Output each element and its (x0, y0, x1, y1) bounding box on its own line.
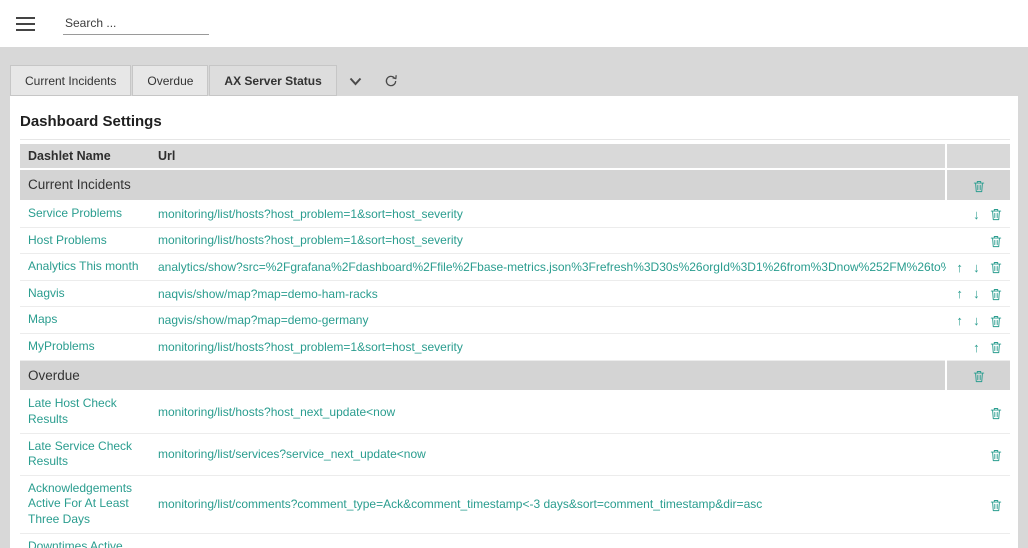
move-up-icon[interactable]: ↑ (956, 287, 963, 300)
delete-pane-icon[interactable] (973, 368, 985, 383)
move-up-icon[interactable]: ↑ (973, 341, 980, 354)
table-header-row: Dashlet Name Url (20, 144, 1010, 169)
table-row: Downtimes Active For More Than Three Day… (20, 533, 1010, 548)
hamburger-icon (16, 17, 35, 19)
move-down-icon[interactable]: ↓ (973, 261, 980, 274)
tab-overdue[interactable]: Overdue (132, 65, 208, 96)
dashlet-name-link[interactable]: Nagvis (28, 286, 65, 300)
move-down-icon[interactable]: ↓ (973, 287, 980, 300)
dashlet-name-link[interactable]: Analytics This month (28, 259, 139, 273)
refresh-button[interactable] (373, 65, 409, 96)
delete-icon[interactable] (990, 313, 1002, 327)
delete-icon[interactable] (990, 340, 1002, 354)
column-header-dashlet-name: Dashlet Name (20, 144, 150, 169)
section-title: Overdue (20, 360, 946, 391)
tab-current-incidents[interactable]: Current Incidents (10, 65, 131, 96)
table-row: Acknowledgements Active For At Least Thr… (20, 475, 1010, 533)
table-row: Service Problems monitoring/list/hosts?h… (20, 200, 1010, 227)
content-panel: Dashboard Settings Dashlet Name Url Curr… (10, 96, 1018, 548)
dashlet-name-link[interactable]: Host Problems (28, 233, 107, 247)
refresh-icon (384, 73, 398, 88)
page-title: Dashboard Settings (20, 96, 1010, 140)
table-row: Host Problems monitoring/list/hosts?host… (20, 227, 1010, 254)
section-row-overdue: Overdue (20, 360, 1010, 391)
dashlet-url-link[interactable]: analytics/show?src=%2Fgrafana%2Fdashboar… (158, 260, 946, 274)
dashlet-name-link[interactable]: Late Service Check Results (28, 439, 132, 469)
column-header-actions (946, 144, 1010, 169)
chevron-down-icon (349, 73, 362, 88)
column-header-url: Url (150, 144, 946, 169)
delete-icon[interactable] (990, 287, 1002, 301)
delete-icon[interactable] (990, 207, 1002, 221)
delete-icon[interactable] (990, 447, 1002, 461)
dashlet-url-link[interactable]: monitoring/list/hosts?host_next_update<n… (158, 405, 395, 419)
dashlet-url-link[interactable]: monitoring/list/hosts?host_problem=1&sor… (158, 340, 463, 354)
dashlet-url-link[interactable]: monitoring/list/services?service_next_up… (158, 447, 426, 461)
table-row: Analytics This month analytics/show?src=… (20, 254, 1010, 281)
move-up-icon[interactable]: ↑ (956, 314, 963, 327)
table-row: Late Host Check Results monitoring/list/… (20, 391, 1010, 433)
menu-button[interactable] (12, 11, 39, 37)
dashlet-name-link[interactable]: MyProblems (28, 339, 95, 353)
delete-icon[interactable] (990, 405, 1002, 419)
move-up-icon[interactable]: ↑ (956, 261, 963, 274)
tab-ax-server-status[interactable]: AX Server Status (209, 65, 336, 96)
dashlet-table: Dashlet Name Url Current Incidents Servi… (20, 144, 1010, 548)
dashlet-url-link[interactable]: monitoring/list/hosts?host_problem=1&sor… (158, 207, 463, 221)
table-row: Maps nagvis/show/map?map=demo-germany ↑ … (20, 307, 1010, 334)
dashlet-name-link[interactable]: Acknowledgements Active For At Least Thr… (28, 481, 132, 526)
dashlet-url-link[interactable]: monitoring/list/comments?comment_type=Ac… (158, 497, 762, 511)
delete-icon[interactable] (990, 497, 1002, 511)
table-row: Nagvis naqvis/show/map?map=demo-ham-rack… (20, 280, 1010, 307)
move-down-icon[interactable]: ↓ (973, 314, 980, 327)
table-row: Late Service Check Results monitoring/li… (20, 433, 1010, 475)
dashlet-name-link[interactable]: Downtimes Active For More Than Three Day… (28, 539, 142, 548)
top-header (0, 0, 1028, 47)
table-row: MyProblems monitoring/list/hosts?host_pr… (20, 333, 1010, 360)
delete-pane-icon[interactable] (973, 178, 985, 193)
delete-icon[interactable] (990, 260, 1002, 274)
section-row-current-incidents: Current Incidents (20, 169, 1010, 200)
dashlet-url-link[interactable]: nagvis/show/map?map=demo-germany (158, 313, 368, 327)
dashlet-url-link[interactable]: monitoring/list/hosts?host_problem=1&sor… (158, 233, 463, 247)
dashlet-name-link[interactable]: Late Host Check Results (28, 396, 117, 426)
dashlet-url-link[interactable]: naqvis/show/map?map=demo-ham-racks (158, 287, 378, 301)
delete-icon[interactable] (990, 233, 1002, 247)
move-down-icon[interactable]: ↓ (973, 208, 980, 221)
tab-overflow-button[interactable] (338, 65, 373, 96)
section-title: Current Incidents (20, 169, 946, 200)
dashlet-name-link[interactable]: Service Problems (28, 206, 122, 220)
search-input[interactable] (63, 12, 209, 35)
dashlet-name-link[interactable]: Maps (28, 312, 57, 326)
tab-bar: Current Incidents Overdue AX Server Stat… (10, 65, 1018, 96)
